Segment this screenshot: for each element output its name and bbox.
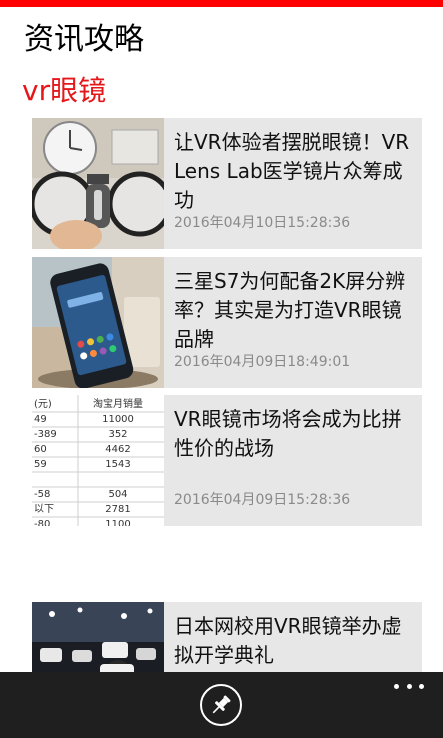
article-card[interactable]: 让VR体验者摆脱眼镜！VR Lens Lab医学镜片众筹成功 2016年04月1… [32, 118, 422, 249]
table-cell: -58 [34, 489, 50, 500]
article-headline: 日本网校用VR眼镜举办虚拟开学典礼 [174, 614, 402, 667]
article-timestamp: 2016年04月09日18:49:01 [174, 354, 351, 370]
table-cell: 352 [108, 429, 127, 440]
article-headline: 三星S7为何配备2K屏分辨率？其实是为打造VR眼镜品牌 [174, 269, 406, 351]
article-headline: 让VR体验者摆脱眼镜！VR Lens Lab医学镜片众筹成功 [174, 130, 410, 212]
article-timestamp: 2016年04月09日15:28:36 [174, 492, 351, 508]
table-cell: -80 [34, 519, 50, 526]
article-timestamp: 2016年04月10日15:28:36 [174, 215, 351, 231]
table-cell: 1100 [105, 519, 130, 526]
table-cell: 以下 [34, 504, 54, 515]
article-thumbnail: (元) 淘宝月销量 49 11000 -389 352 60 4462 59 1543 -58 504… [32, 395, 164, 526]
article-card[interactable]: 三星S7为何配备2K屏分辨率？其实是为打造VR眼镜品牌 2016年04月09日1… [32, 257, 422, 388]
app-title: 资讯攻略 [24, 22, 144, 57]
table-cell: -389 [34, 429, 57, 440]
table-cell: 4462 [105, 444, 130, 455]
table-cell: 60 [34, 444, 47, 455]
pin-icon [212, 695, 231, 714]
table-cell: 59 [34, 459, 47, 470]
article-headline: VR眼镜市场将会成为比拼性价的战场 [174, 407, 402, 460]
more-options-button[interactable] [394, 678, 424, 694]
table-cell: 淘宝月销量 [93, 397, 143, 410]
article-thumbnail [32, 257, 164, 388]
table-cell: 504 [108, 489, 127, 500]
article-thumbnail [32, 118, 164, 249]
more-dots-icon [394, 683, 399, 689]
table-cell: 2781 [105, 504, 130, 515]
table-cell: 49 [34, 414, 47, 425]
table-cell: 11000 [102, 414, 134, 425]
table-cell: (元) [34, 399, 52, 410]
pin-button[interactable] [200, 684, 242, 726]
table-cell: 1543 [105, 459, 130, 470]
article-card[interactable]: (元) 淘宝月销量 49 11000 -389 352 60 4462 59 1543 -58 504… [32, 395, 422, 526]
top-accent-bar [0, 0, 443, 7]
section-title: vr眼镜 [22, 74, 107, 107]
